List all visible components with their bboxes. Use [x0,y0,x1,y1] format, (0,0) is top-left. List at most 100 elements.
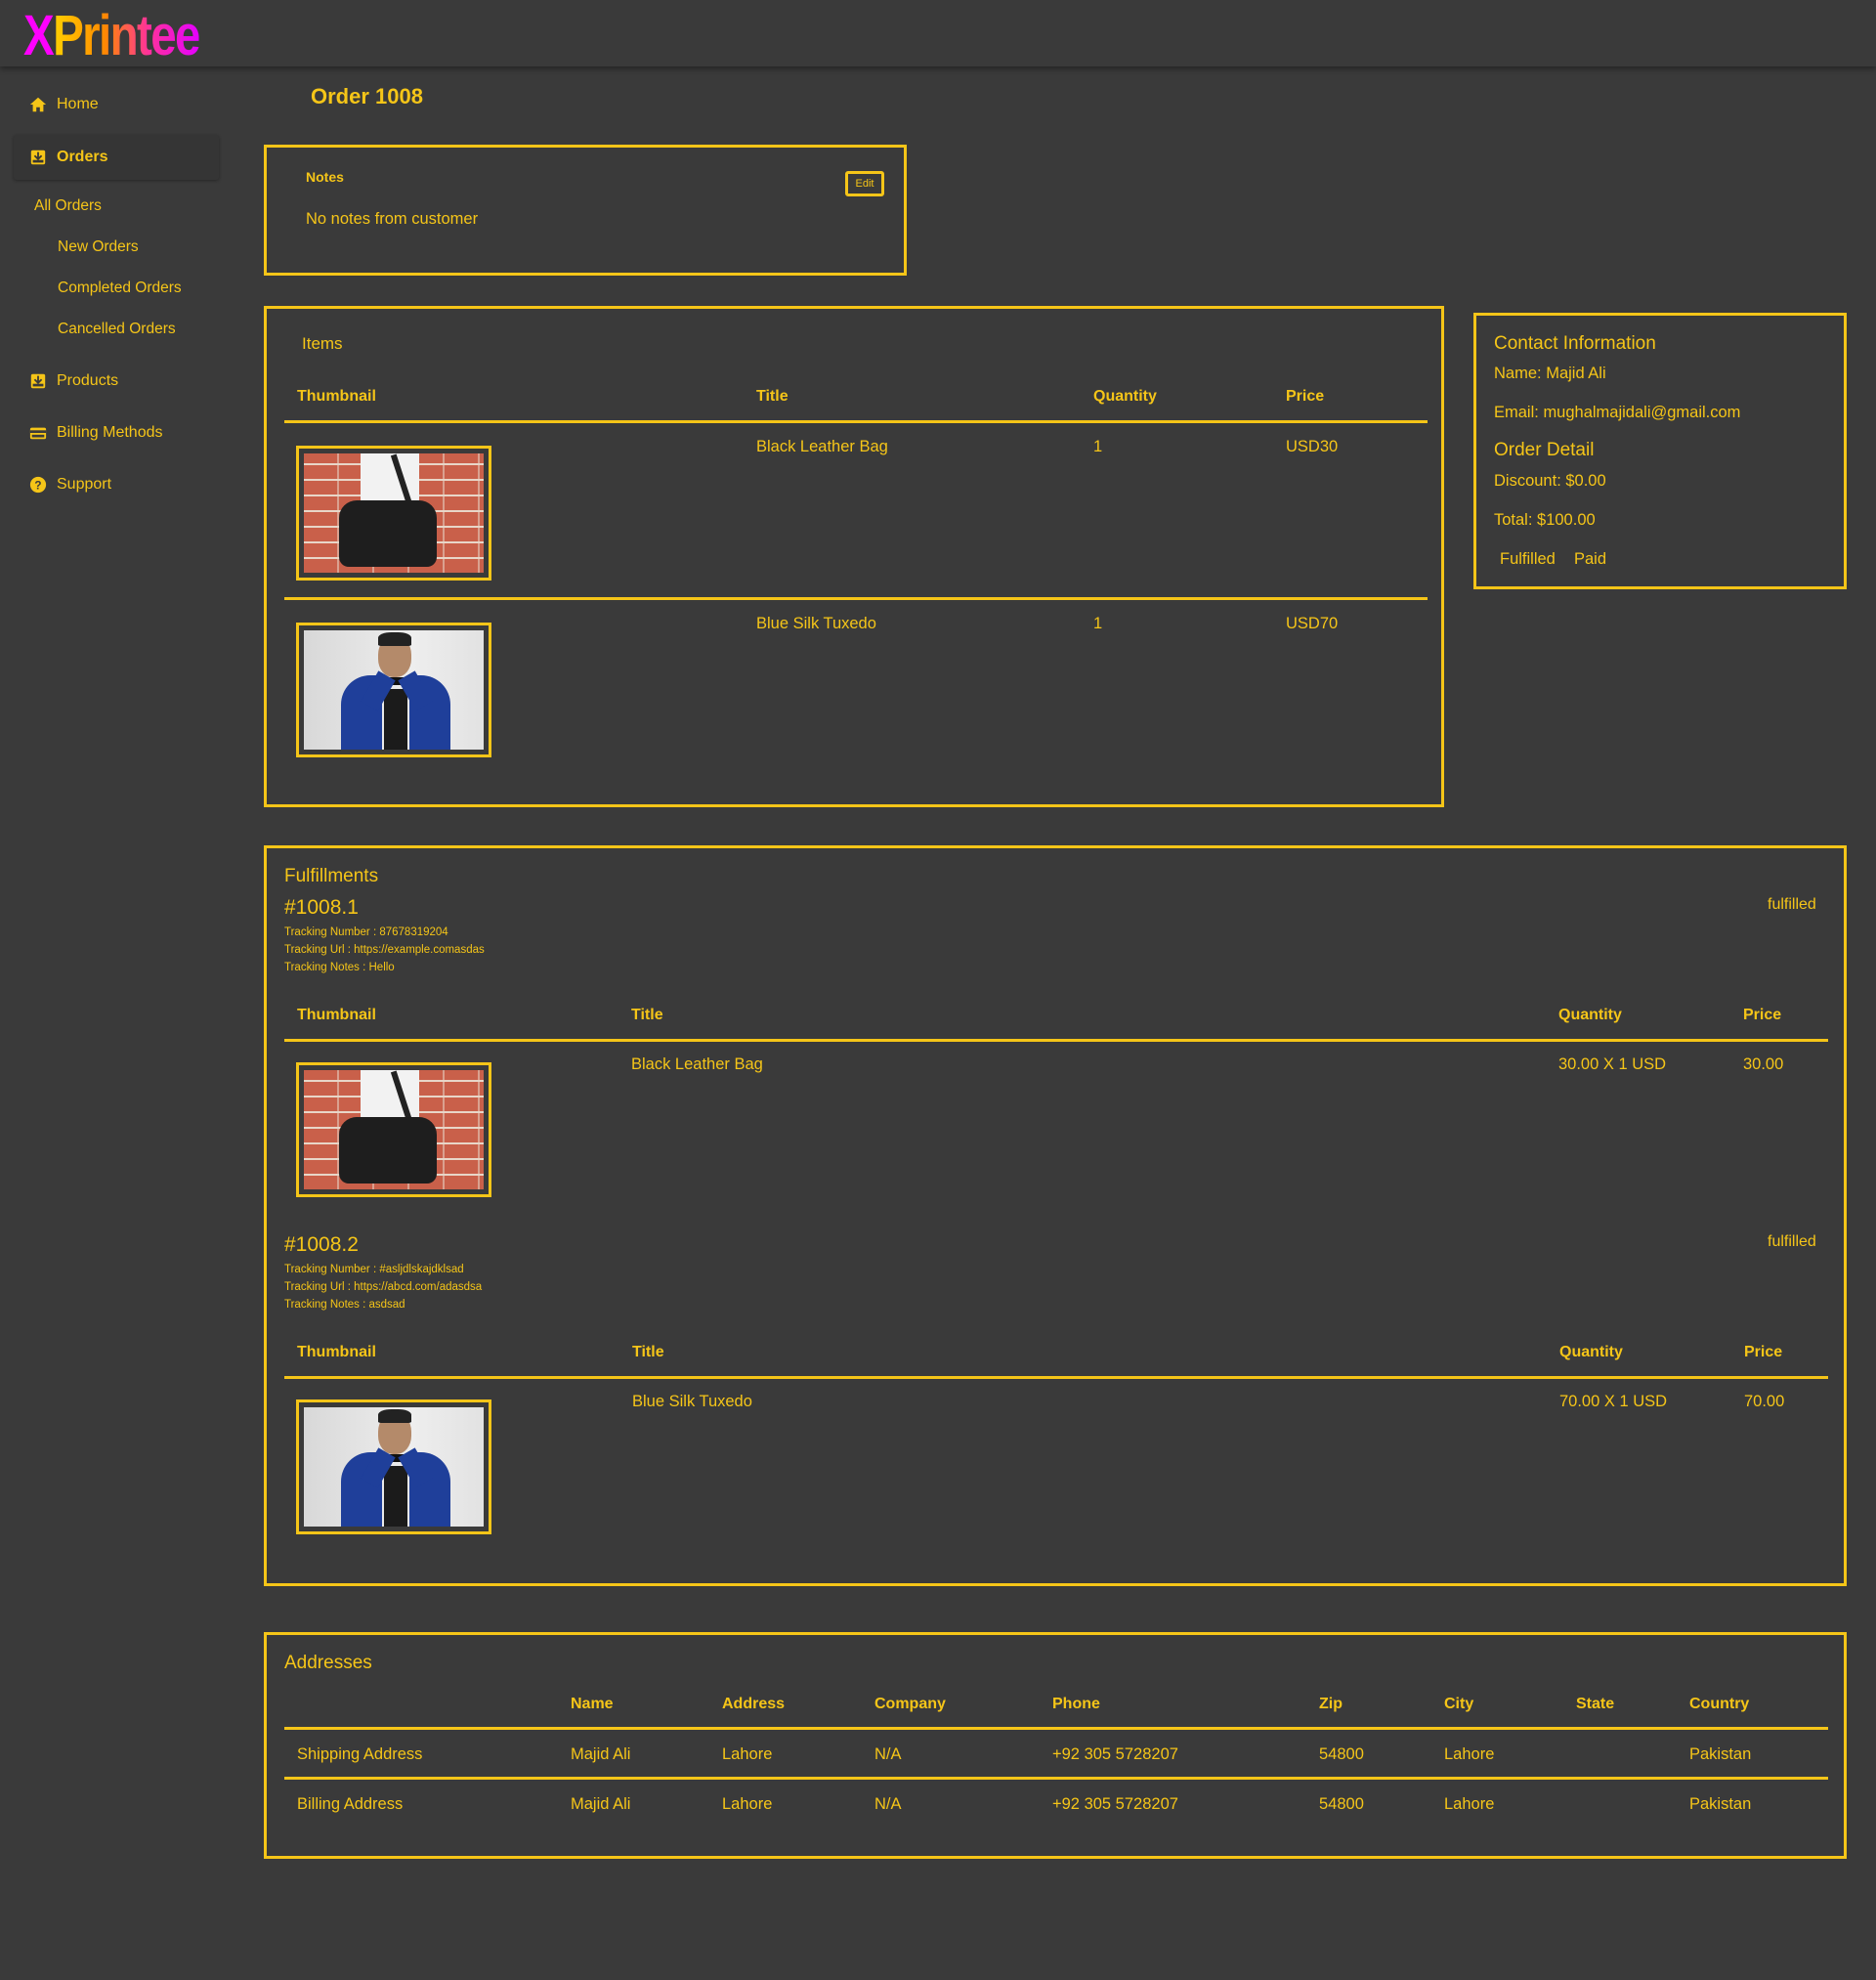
contact-info-title: Contact Information [1494,333,1656,354]
fulfillment-header-quantity: Quantity [1559,1344,1623,1360]
items-card: Items Thumbnail Title Quantity Price Bla… [264,306,1444,807]
product-thumbnail[interactable] [296,1399,491,1534]
items-header-thumbnail: Thumbnail [297,388,376,405]
sidebar: Home Orders All Orders New Orders Comple… [0,66,234,1980]
address-header-phone: Phone [1052,1696,1100,1712]
fulfillment-id: #1008.2 [284,1233,359,1256]
tracking-notes: Tracking Notes : asdsad [284,1299,405,1311]
addresses-title: Addresses [284,1653,372,1673]
sidebar-item-cancelled-orders[interactable]: Cancelled Orders [58,321,176,338]
tracking-number: Tracking Number : #asljdlskajdklsad [284,1264,464,1275]
notes-label: Notes [306,169,344,185]
contact-info-card: Contact Information Name: Majid Ali Emai… [1473,313,1847,589]
contact-email-label: Email: [1494,404,1539,421]
black-leather-bag-photo [304,453,484,573]
fulfillments-title: Fulfillments [284,866,379,886]
address-phone: +92 305 5728207 [1052,1745,1178,1763]
product-thumbnail[interactable] [296,623,491,757]
item-quantity: 1 [1093,615,1103,632]
address-company: N/A [874,1795,902,1813]
tracking-url: Tracking Url : https://example.comasdas [284,944,485,956]
addresses-card: Addresses Name Address Company Phone Zip… [264,1632,1847,1859]
xprintee-logo[interactable]: XPrintee [23,4,200,68]
contact-email: Email: mughalmajidali@gmail.com [1494,404,1740,422]
top-bar: XPrintee [0,0,1876,68]
address-name: Majid Ali [571,1795,631,1813]
sidebar-item-billing-methods[interactable]: Billing Methods [14,410,219,455]
fulfillment-header-title: Title [631,1007,663,1023]
logo-x: X [23,4,55,67]
sidebar-item-label: Products [57,372,119,389]
order-detail-title: Order Detail [1494,440,1595,460]
item-quantity: 70.00 X 1 USD [1559,1393,1668,1410]
product-thumbnail[interactable] [296,446,491,581]
sidebar-item-label: Support [57,476,112,493]
sidebar-item-label: Home [57,96,99,112]
product-thumbnail[interactable] [296,1062,491,1197]
address-header-address: Address [722,1696,786,1712]
fulfillments-card: Fulfillments #1008.1 fulfilled Tracking … [264,845,1847,1586]
sidebar-item-products[interactable]: Products [14,359,219,404]
logo-text: Printee [53,4,200,67]
row-divider [284,597,1428,600]
black-leather-bag-photo [304,1070,484,1189]
address-city: Lahore [1444,1745,1495,1763]
tracking-notes: Tracking Notes : Hello [284,962,395,973]
edit-notes-button[interactable]: Edit [845,171,884,196]
fulfillment-status: fulfilled [1768,896,1816,913]
fulfillment-header-price: Price [1744,1344,1783,1360]
address-company: N/A [874,1745,902,1763]
item-price: 30.00 [1743,1055,1784,1073]
blue-silk-tuxedo-photo [304,630,484,750]
address-header-name: Name [571,1696,614,1712]
sidebar-item-orders[interactable]: Orders [14,135,219,180]
notes-text: No notes from customer [306,210,479,228]
sidebar-item-completed-orders[interactable]: Completed Orders [58,280,182,297]
sidebar-item-home[interactable]: Home [14,82,219,127]
address-header-zip: Zip [1319,1696,1343,1712]
item-price: 70.00 [1744,1393,1785,1410]
address-header-company: Company [874,1696,946,1712]
items-header-price: Price [1286,388,1325,405]
items-header-title: Title [756,388,789,405]
order-total: Total: $100.00 [1494,511,1596,530]
sidebar-item-label: Billing Methods [57,424,163,441]
item-quantity: 30.00 X 1 USD [1558,1055,1667,1073]
tracking-number: Tracking Number : 87678319204 [284,926,448,938]
svg-text:?: ? [34,480,41,493]
address-header-city: City [1444,1696,1474,1712]
total-value: $100.00 [1537,511,1596,529]
item-title: Blue Silk Tuxedo [756,615,876,632]
help-icon: ? [29,476,47,494]
item-quantity: 1 [1093,438,1103,455]
contact-name-label: Name: [1494,365,1542,382]
fulfillment-id: #1008.1 [284,896,359,919]
fulfillment-status: fulfilled [1768,1233,1816,1250]
tracking-url: Tracking Url : https://abcd.com/adasdsa [284,1281,483,1293]
home-icon [29,97,47,112]
page-title: Order 1008 [311,84,423,108]
item-price: USD30 [1286,438,1339,455]
order-discount: Discount: $0.00 [1494,472,1606,491]
discount-value: $0.00 [1565,472,1606,490]
sidebar-item-new-orders[interactable]: New Orders [58,238,139,256]
sidebar-item-support[interactable]: ? Support [14,462,219,507]
discount-label: Discount: [1494,472,1561,490]
sidebar-item-all-orders[interactable]: All Orders [34,197,102,215]
payment-status-badge: Paid [1574,550,1607,568]
fulfillment-status-badge: Fulfilled [1500,550,1556,568]
total-label: Total: [1494,511,1533,529]
fulfillment-header-thumbnail: Thumbnail [297,1344,376,1360]
fulfillment-header-thumbnail: Thumbnail [297,1007,376,1023]
inbox-icon [30,373,46,389]
address-city: Lahore [1444,1795,1495,1813]
contact-email-value: mughalmajidali@gmail.com [1543,404,1741,421]
fulfillment-header-divider [284,1376,1828,1379]
address-phone: +92 305 5728207 [1052,1795,1178,1813]
address-country: Pakistan [1689,1795,1752,1813]
address-country: Pakistan [1689,1745,1752,1763]
fulfillment-header-price: Price [1743,1007,1782,1023]
address-type: Shipping Address [297,1745,423,1763]
address-address: Lahore [722,1795,773,1813]
credit-card-icon [29,427,47,440]
